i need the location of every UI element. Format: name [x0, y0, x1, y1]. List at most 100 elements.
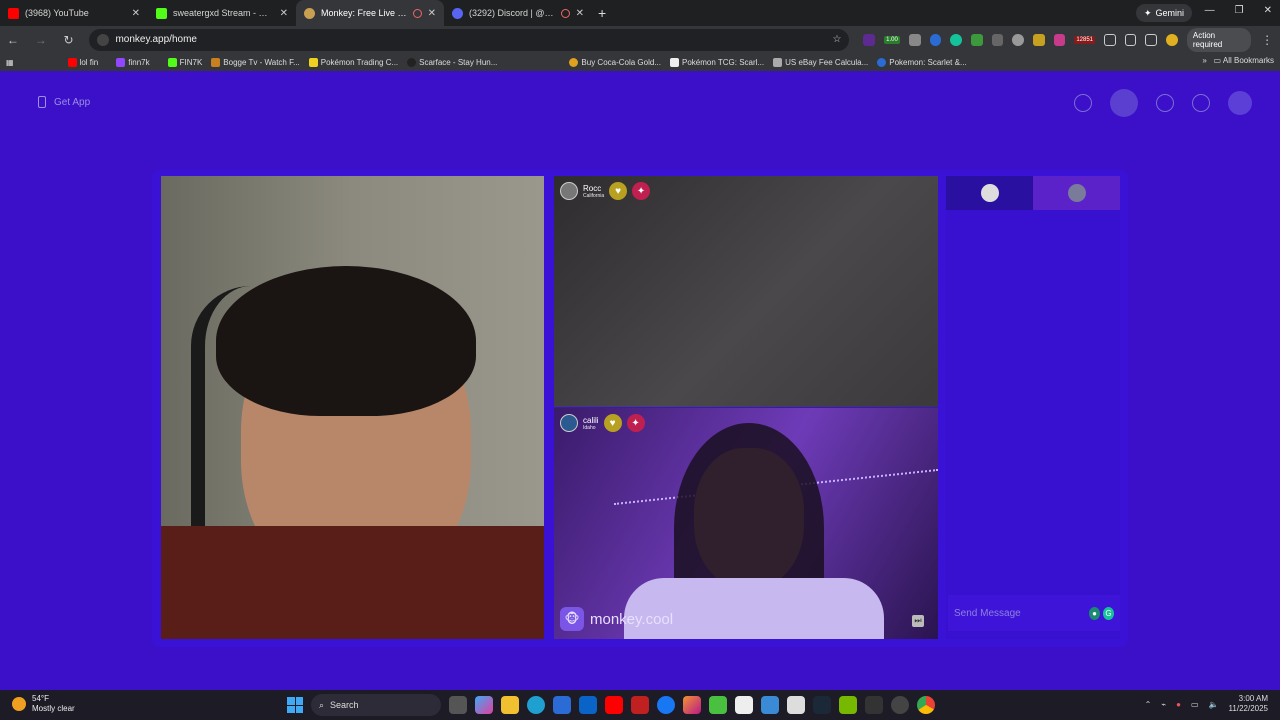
extension-badge[interactable]: 1.00: [884, 35, 900, 44]
bookmark-bogge[interactable]: Bogge Tv - Watch F...: [211, 57, 300, 67]
bookmark-pokemon-trading[interactable]: Pokémon Trading C...: [308, 57, 398, 67]
gift-icon[interactable]: ✦: [632, 182, 651, 200]
amazon-icon[interactable]: [735, 696, 753, 714]
bookmark-coca-cola[interactable]: Buy Coca-Cola Gold...: [569, 57, 661, 67]
close-icon[interactable]: ✕: [280, 8, 288, 19]
message-input[interactable]: [954, 607, 1086, 619]
nvidia-icon[interactable]: [839, 696, 857, 714]
forward-icon[interactable]: →: [34, 33, 48, 47]
tab-monkey[interactable]: Monkey: Free Live Video Chat ✕: [296, 0, 444, 26]
epic-games-icon[interactable]: [865, 696, 883, 714]
heart-icon[interactable]: ♥: [603, 414, 622, 432]
minimize-icon[interactable]: —: [1205, 5, 1215, 16]
store-icon[interactable]: [553, 696, 571, 714]
remote-video-bottom: calili Idaho ♥ ✦ 🐵 monkey.cool ⏭: [554, 408, 938, 639]
extensions-puzzle-icon[interactable]: [1104, 33, 1116, 46]
tab-youtube[interactable]: (3968) YouTube ✕: [0, 0, 148, 26]
extension-icon[interactable]: [1032, 33, 1045, 46]
close-icon[interactable]: ✕: [576, 8, 584, 19]
display-icon[interactable]: ▭: [1191, 700, 1199, 709]
search-icon[interactable]: [1074, 94, 1092, 112]
microphone-icon[interactable]: ●: [1176, 700, 1181, 709]
bookmark-lol-fin[interactable]: lol fin: [67, 57, 98, 67]
chat-tab-1[interactable]: [946, 176, 1033, 210]
extension-icon[interactable]: [908, 33, 921, 46]
extension-icon[interactable]: [970, 33, 983, 46]
bookmark-ebay-fee[interactable]: US eBay Fee Calcula...: [773, 57, 868, 67]
bookmark-star-icon[interactable]: ☆: [832, 34, 841, 45]
close-window-icon[interactable]: ✕: [1264, 5, 1272, 16]
bookmark-pokemon-scarlet[interactable]: Pokemon: Scarlet &...: [877, 57, 967, 67]
skip-icon[interactable]: ⏭: [912, 615, 924, 627]
profile-avatar[interactable]: [1228, 91, 1252, 115]
steam-icon[interactable]: [813, 696, 831, 714]
action-required-button[interactable]: Action required: [1186, 27, 1252, 52]
obs-icon[interactable]: [891, 696, 909, 714]
address-bar[interactable]: monkey.app/home ☆: [89, 28, 850, 51]
messages-icon[interactable]: [1192, 94, 1210, 112]
outlook-icon[interactable]: [579, 696, 597, 714]
menu-kebab-icon[interactable]: ⋮: [1260, 33, 1274, 47]
copilot-icon[interactable]: [475, 696, 493, 714]
extension-count-badge[interactable]: 12851: [1074, 35, 1095, 44]
snowflake-icon[interactable]: [761, 696, 779, 714]
maximize-icon[interactable]: ❐: [1235, 5, 1244, 16]
date: 11/22/2025: [1228, 704, 1268, 713]
vine-icon[interactable]: [709, 696, 727, 714]
chrome-icon[interactable]: [917, 696, 935, 714]
bookmark-label: finn7k: [128, 57, 150, 67]
apps-grid-icon[interactable]: ▦: [6, 58, 14, 67]
chevron-up-icon[interactable]: ⌃: [1145, 700, 1152, 709]
side-panel-icon[interactable]: [1124, 33, 1137, 46]
edge-icon[interactable]: [527, 696, 545, 714]
bookmark-fin7k[interactable]: FIN7K: [167, 57, 202, 67]
bookmark-scarface[interactable]: Scarface - Stay Hun...: [407, 57, 497, 67]
all-bookmarks[interactable]: » ▭ All Bookmarks: [1194, 56, 1274, 65]
extension-icon[interactable]: [991, 33, 1004, 46]
profile-avatar-icon[interactable]: [1166, 33, 1178, 46]
tab-kick[interactable]: sweatergxd Stream - Watch Live ✕: [148, 0, 296, 26]
video-stage: Rocc California ♥ ✦ calili Idaho ♥ ✦ 🐵 m…: [152, 170, 1128, 647]
gemini-button[interactable]: ✦ Gemini: [1135, 4, 1192, 22]
extension-icon[interactable]: [1012, 33, 1024, 46]
file-explorer-icon[interactable]: [501, 696, 519, 714]
bookmark-pokemon-tcg[interactable]: Pokémon TCG: Scarl...: [670, 57, 764, 67]
chat-tab-2[interactable]: [1033, 176, 1120, 210]
bookmark-finn7k[interactable]: finn7k: [116, 57, 150, 67]
close-icon[interactable]: ✕: [428, 8, 436, 19]
extension-icon[interactable]: [1053, 33, 1066, 46]
task-view-icon[interactable]: [449, 696, 467, 714]
instagram-icon[interactable]: [683, 696, 701, 714]
extensions-row: 1.00 12851 Action required ⋮: [863, 27, 1274, 52]
clock[interactable]: 3:00 AM 11/22/2025: [1229, 694, 1268, 714]
grammarly-icon[interactable]: G: [1103, 606, 1114, 620]
weather-widget[interactable]: 54°F Mostly clear: [12, 694, 75, 714]
avatar[interactable]: [560, 414, 578, 432]
extension-k-icon[interactable]: [863, 33, 876, 46]
heart-icon[interactable]: ♥: [609, 182, 628, 200]
get-app-link[interactable]: Get App: [38, 96, 90, 108]
avatar[interactable]: [560, 182, 578, 200]
roblox-studio-icon[interactable]: [787, 696, 805, 714]
emoji-icon[interactable]: ●: [1089, 606, 1100, 620]
tab-discord[interactable]: (3292) Discord | @icey ✕: [444, 0, 592, 26]
reload-icon[interactable]: ↻: [62, 33, 76, 47]
message-box: ● G: [948, 595, 1120, 631]
facebook-icon[interactable]: [657, 696, 675, 714]
grammarly-icon[interactable]: [950, 33, 962, 46]
site-info-icon[interactable]: [97, 33, 110, 46]
extension-icon[interactable]: [929, 33, 942, 46]
windows-start-icon[interactable]: [287, 697, 303, 713]
youtube-icon[interactable]: [605, 696, 623, 714]
video-chat-icon[interactable]: [1110, 89, 1138, 117]
history-icon[interactable]: [1156, 94, 1174, 112]
close-icon[interactable]: ✕: [132, 8, 140, 19]
roblox-icon[interactable]: [631, 696, 649, 714]
new-tab-button[interactable]: +: [598, 5, 606, 21]
back-icon[interactable]: ←: [6, 33, 20, 47]
media-control-icon[interactable]: [1145, 33, 1158, 46]
network-icon[interactable]: ⌁: [1161, 700, 1166, 709]
gift-icon[interactable]: ✦: [626, 414, 645, 432]
volume-icon[interactable]: 🔈: [1209, 700, 1219, 709]
taskbar-search[interactable]: ⌕ Search: [311, 694, 441, 716]
